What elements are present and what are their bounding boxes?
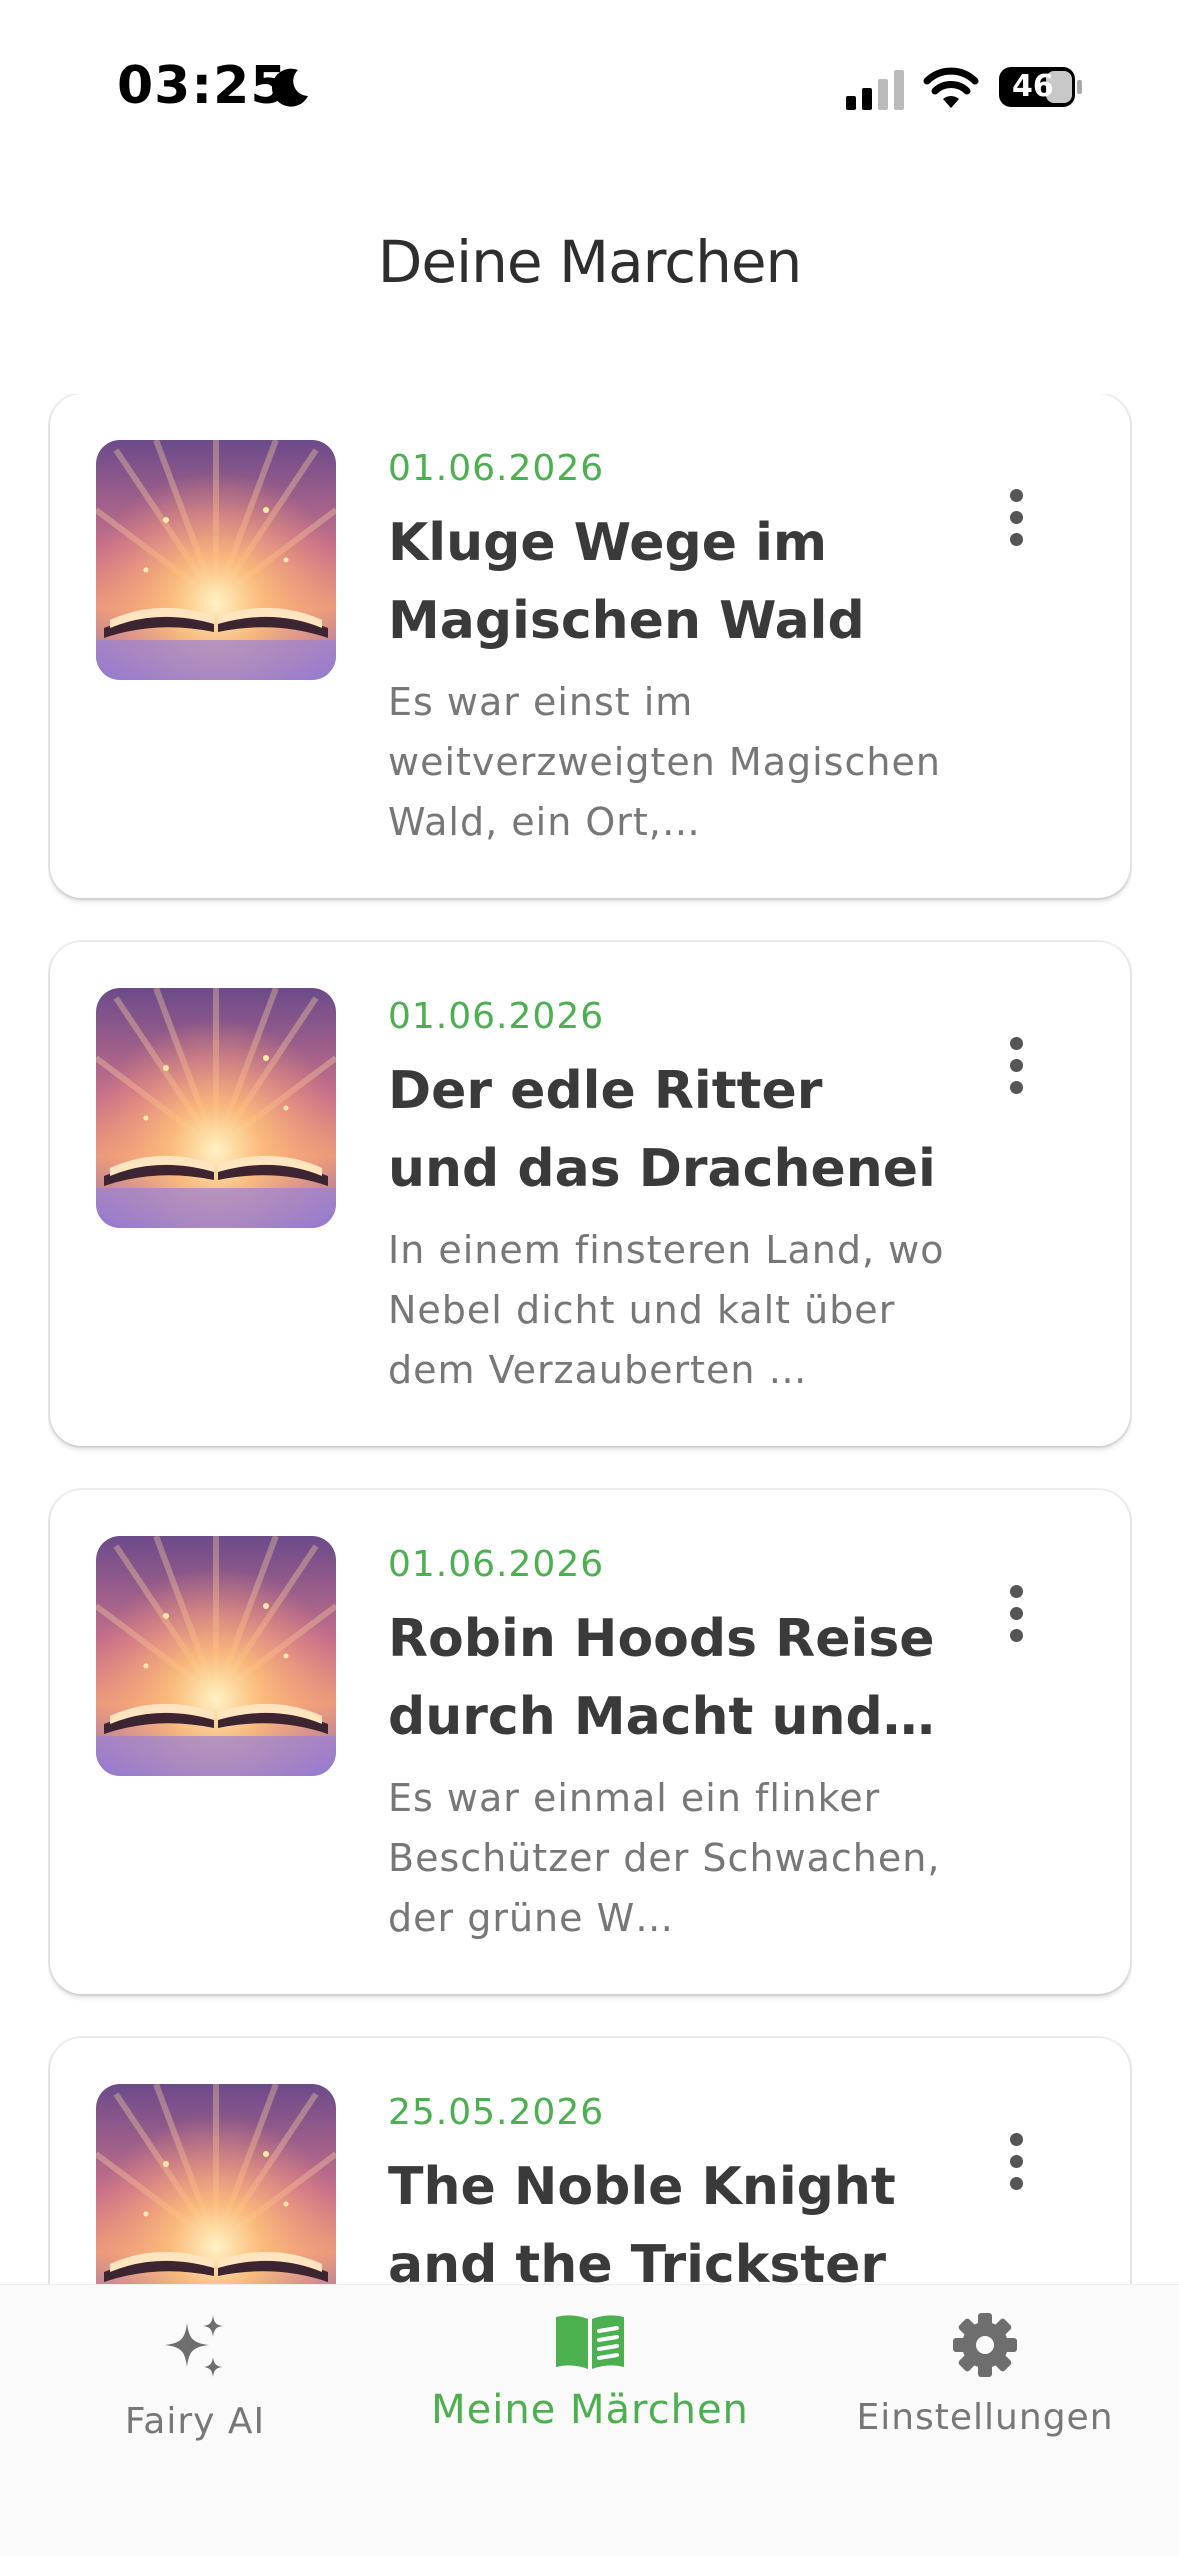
story-date: 01.06.2026 — [388, 1544, 605, 1585]
nav-item-einstellungen[interactable]: Einstellungen — [840, 2311, 1130, 2438]
nav-label: Fairy AI — [124, 2401, 266, 2442]
signal-icon — [846, 70, 904, 110]
story-title: The Noble Knight and the Trickster — [388, 2157, 896, 2284]
story-title: Kluge Wege im Magischen Wald — [388, 513, 865, 651]
battery-level: 46 — [1012, 69, 1054, 104]
gear-icon — [953, 2313, 1017, 2377]
story-excerpt: Es war einst im weitverzweigten Magische… — [388, 680, 941, 844]
wifi-icon — [923, 67, 979, 108]
nav-item-meine-maerchen[interactable]: Meine Märchen — [420, 2311, 760, 2433]
nav-item-fairy-ai[interactable]: Fairy AI — [100, 2311, 290, 2442]
story-card[interactable]: 01.06.2026 Robin Hoods Reise durch Macht… — [50, 1490, 1130, 1994]
status-time: 03:25 — [117, 56, 288, 116]
more-options-icon[interactable] — [986, 2116, 1046, 2206]
story-card[interactable]: 01.06.2026 Kluge Wege im Magischen Wald … — [50, 394, 1130, 898]
story-excerpt: In einem finsteren Land, wo Nebel dicht … — [388, 1228, 945, 1392]
nav-label: Einstellungen — [856, 2397, 1114, 2438]
nav-label: Meine Märchen — [431, 2387, 749, 2433]
story-title: Robin Hoods Reise durch Macht und … — [388, 1609, 935, 1747]
story-excerpt: Es war einmal ein flinker Beschützer der… — [388, 1776, 941, 1940]
story-card[interactable]: 25.05.2026 The Noble Knight and the Tric… — [50, 2038, 1130, 2284]
story-list[interactable]: 01.06.2026 Kluge Wege im Magischen Wald … — [48, 394, 1132, 2284]
magic-book-image — [96, 1536, 336, 1776]
sparkles-icon — [165, 2315, 223, 2377]
story-date: 01.06.2026 — [388, 448, 605, 489]
status-bar: 03:25 46 — [0, 0, 1179, 150]
magic-book-image — [96, 440, 336, 680]
more-options-icon[interactable] — [986, 1020, 1046, 1110]
page-title: Deine Marchen — [377, 228, 803, 296]
story-card[interactable]: 01.06.2026 Der edle Ritter und das Drach… — [50, 942, 1130, 1446]
magic-book-image — [96, 2084, 336, 2284]
more-options-icon[interactable] — [986, 1568, 1046, 1658]
story-title: Der edle Ritter und das Drachenei — [388, 1061, 936, 1199]
story-date: 25.05.2026 — [388, 2092, 605, 2133]
more-options-icon[interactable] — [986, 472, 1046, 562]
battery-icon: 46 — [998, 64, 1084, 110]
story-date: 01.06.2026 — [388, 996, 605, 1037]
bottom-nav: Fairy AI Meine Märchen Einstellungen — [0, 2284, 1179, 2556]
magic-book-image — [96, 988, 336, 1228]
moon-icon — [271, 68, 308, 107]
book-icon — [556, 2315, 624, 2369]
